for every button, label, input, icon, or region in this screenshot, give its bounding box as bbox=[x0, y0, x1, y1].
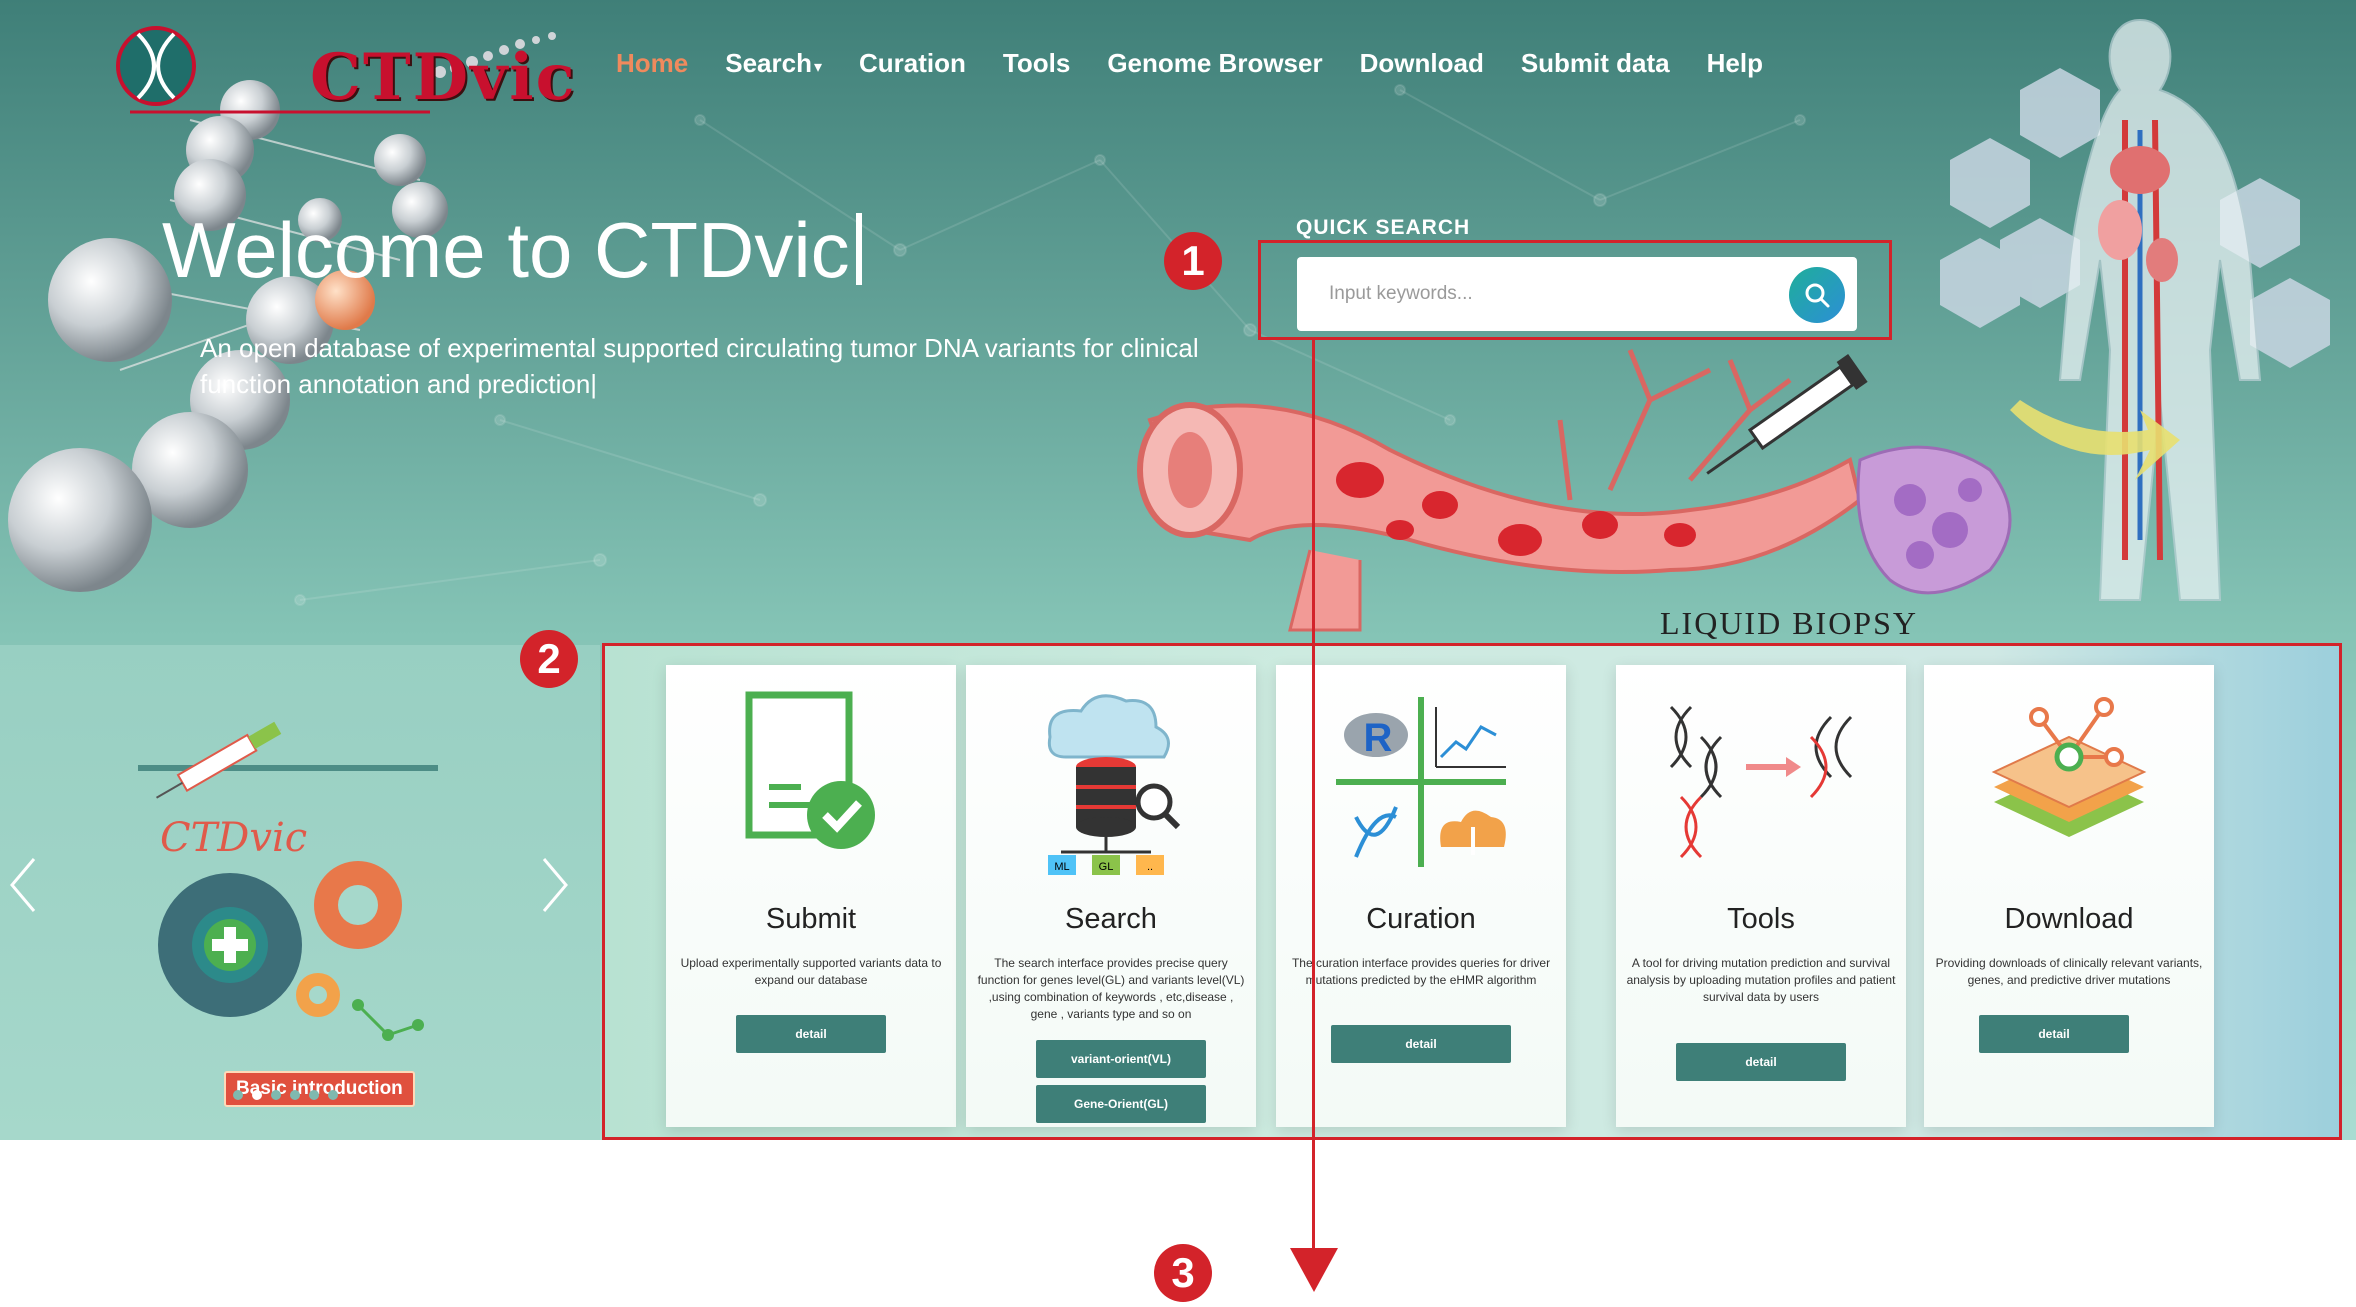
curation-tools-icon: R bbox=[1336, 697, 1506, 867]
carousel-slide-title: CTDvic bbox=[160, 815, 308, 861]
submit-document-icon bbox=[745, 691, 875, 849]
nav-download[interactable]: Download bbox=[1360, 48, 1484, 79]
r-logo-letter: R bbox=[1364, 716, 1393, 760]
typing-cursor bbox=[855, 213, 862, 285]
tag-more: .. bbox=[1147, 861, 1153, 873]
page-title: Welcome to CTDvic bbox=[162, 205, 862, 296]
quick-search-box bbox=[1297, 257, 1857, 331]
feature-cards: Submit Upload experimentally supported v… bbox=[604, 645, 2340, 1140]
tools-card: Tools A tool for driving mutation predic… bbox=[1616, 665, 1906, 1127]
download-detail-button[interactable]: detail bbox=[1979, 1015, 2129, 1053]
gene-orient-button[interactable]: Gene-Orient(GL) bbox=[1036, 1085, 1206, 1123]
page-subtitle: An open database of experimental support… bbox=[200, 333, 1199, 399]
carousel-dot[interactable] bbox=[290, 1090, 300, 1100]
nav-help[interactable]: Help bbox=[1707, 48, 1763, 79]
nav-curation[interactable]: Curation bbox=[859, 48, 966, 79]
search-card-desc: The search interface provides precise qu… bbox=[977, 956, 1245, 1021]
carousel-dot[interactable] bbox=[309, 1090, 319, 1100]
submit-card-desc: Upload experimentally supported variants… bbox=[680, 956, 942, 987]
nav-submit-data[interactable]: Submit data bbox=[1521, 48, 1670, 79]
tools-card-title: Tools bbox=[1727, 903, 1795, 935]
nav-genome-browser[interactable]: Genome Browser bbox=[1107, 48, 1322, 79]
ctdvic-logo[interactable]: CTDvic bbox=[110, 14, 575, 124]
submit-detail-button[interactable]: detail bbox=[736, 1015, 886, 1053]
curation-card: R Curation The curation interface provid… bbox=[1276, 665, 1566, 1127]
search-icon bbox=[1805, 283, 1830, 308]
annotation-marker-3: 3 bbox=[1154, 1244, 1212, 1302]
carousel-slide[interactable]: CTDvic Basic introduction bbox=[138, 705, 438, 1137]
chevron-left-icon[interactable] bbox=[8, 855, 38, 915]
annotation-marker-1: 1 bbox=[1164, 232, 1222, 290]
search-card-title: Search bbox=[1065, 903, 1157, 935]
quick-search-input[interactable] bbox=[1327, 273, 1761, 315]
search-button[interactable] bbox=[1789, 267, 1845, 323]
nav-search-label: Search bbox=[725, 48, 812, 78]
carousel-dot[interactable] bbox=[233, 1090, 243, 1100]
main-nav: Home Search ▾ Curation Tools Genome Brows… bbox=[616, 48, 1800, 79]
chevron-down-icon: ▾ bbox=[813, 59, 823, 76]
database-search-icon: ML GL .. bbox=[1047, 694, 1181, 875]
download-card-desc: Providing downloads of clinically releva… bbox=[1935, 956, 2203, 987]
nav-tools[interactable]: Tools bbox=[1003, 48, 1070, 79]
nav-search[interactable]: Search ▾ bbox=[725, 48, 822, 79]
quick-search-label: QUICK SEARCH bbox=[1296, 216, 1471, 239]
submit-card-title: Submit bbox=[765, 903, 857, 935]
basic-introduction-button[interactable]: Basic introduction bbox=[224, 1071, 415, 1107]
intro-carousel: CTDvic Basic introduction bbox=[0, 645, 600, 1140]
gear-illustration bbox=[138, 721, 438, 1137]
tools-card-desc: A tool for driving mutation prediction a… bbox=[1626, 956, 1896, 1004]
download-layers-icon bbox=[1991, 697, 2147, 837]
dna-tools-icon bbox=[1669, 705, 1853, 859]
tag-ml: ML bbox=[1054, 861, 1069, 873]
curation-card-title: Curation bbox=[1366, 903, 1476, 935]
tag-gl: GL bbox=[1099, 861, 1114, 873]
page-title-text: Welcome to CTDvic bbox=[162, 206, 850, 294]
curation-card-desc: The curation interface provides queries … bbox=[1291, 956, 1551, 987]
logo-text: CTDvic bbox=[310, 40, 577, 115]
tools-detail-button[interactable]: detail bbox=[1676, 1043, 1846, 1081]
annotation-connector-line bbox=[1312, 340, 1315, 1252]
hero-banner: LIQUID BIOPSY CTDvic Home Search ▾ Curati… bbox=[0, 0, 2356, 1140]
submit-card: Submit Upload experimentally supported v… bbox=[666, 665, 956, 1127]
liquid-biopsy-caption: LIQUID BIOPSY bbox=[1660, 605, 1918, 641]
carousel-dots bbox=[233, 1090, 338, 1100]
carousel-dot-active[interactable] bbox=[252, 1090, 262, 1100]
annotation-arrow-down bbox=[1290, 1248, 1338, 1292]
carousel-dot[interactable] bbox=[328, 1090, 338, 1100]
annotation-marker-2: 2 bbox=[520, 630, 578, 688]
nav-home[interactable]: Home bbox=[616, 48, 688, 79]
liquid-biopsy-illustration bbox=[1137, 349, 2012, 632]
download-card-title: Download bbox=[2004, 903, 2134, 935]
download-card: Download Providing downloads of clinical… bbox=[1924, 665, 2214, 1127]
search-card: ML GL .. Search The search interface pro… bbox=[966, 665, 1256, 1127]
curation-detail-button[interactable]: detail bbox=[1331, 1025, 1511, 1063]
chevron-right-icon[interactable] bbox=[540, 855, 570, 915]
variant-orient-button[interactable]: variant-orient(VL) bbox=[1036, 1040, 1206, 1078]
carousel-dot[interactable] bbox=[271, 1090, 281, 1100]
